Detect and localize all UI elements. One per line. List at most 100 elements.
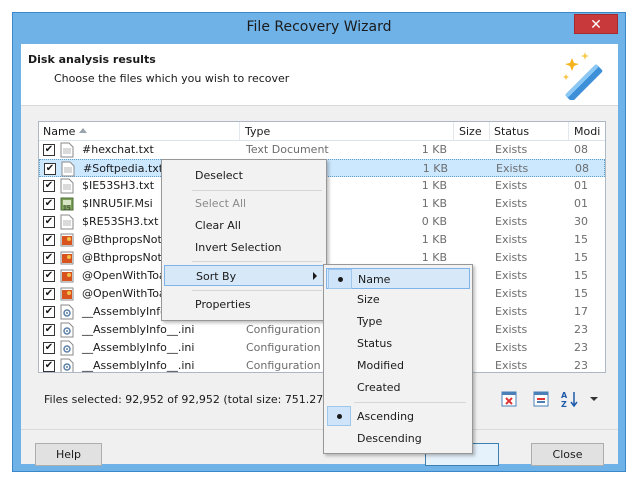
row-checkbox[interactable]: ✔ [43, 198, 55, 210]
file-size-cell: 1 KB [422, 162, 448, 175]
image-file-icon [60, 232, 74, 248]
image-file-icon [60, 286, 74, 302]
file-size-cell: 1 KB [421, 251, 447, 264]
text-file-icon [60, 214, 74, 230]
file-modified-cell: 23 [574, 323, 588, 336]
file-modified-cell: 01 [574, 179, 588, 192]
submenu-item-modified[interactable]: Modified [326, 355, 470, 376]
file-name-cell: $RE53SH3.txt [82, 215, 159, 228]
file-modified-cell: 15 [574, 251, 588, 264]
radio-indicator [328, 269, 352, 289]
menu-item-invert-selection[interactable]: Invert Selection [164, 237, 324, 258]
column-separator[interactable] [453, 122, 454, 141]
menu-item-sort-by[interactable]: Sort By [164, 265, 324, 286]
column-separator[interactable] [489, 122, 490, 141]
file-modified-cell: 17 [574, 305, 588, 318]
row-checkbox[interactable]: ✔ [43, 252, 55, 264]
file-name-cell: __AssemblyInfo__.ini [82, 323, 195, 336]
file-name-cell: $IE53SH3.txt [82, 179, 155, 192]
row-checkbox[interactable]: ✔ [43, 342, 55, 354]
window-close-button[interactable]: ✕ [574, 14, 618, 34]
submenu-item-status[interactable]: Status [326, 333, 470, 354]
file-modified-cell: 01 [574, 197, 588, 210]
menu-item-properties[interactable]: Properties [164, 294, 324, 315]
file-name-cell: #hexchat.txt [82, 143, 154, 156]
file-status-cell: Exists [495, 359, 528, 372]
table-row[interactable]: ✔__AssemblyInfo__.iniConfiguration Se1 K… [39, 357, 605, 372]
column-type-header[interactable]: Type [245, 125, 270, 138]
deselect-all-icon[interactable] [499, 390, 519, 408]
table-row[interactable]: ✔__AssemblyInfo__.iniConfiguration Se1 K… [39, 321, 605, 339]
sort-az-icon[interactable]: A Z [560, 390, 580, 408]
select-all-icon[interactable] [531, 390, 551, 408]
menu-separator [192, 290, 322, 291]
close-button[interactable]: Close [531, 443, 604, 466]
menu-item-select-all[interactable]: Select All [164, 193, 324, 214]
name-label: Name [358, 273, 391, 286]
config-file-icon [60, 358, 74, 372]
file-size-cell: 1 KB [421, 233, 447, 246]
file-modified-cell: 15 [574, 287, 588, 300]
row-checkbox[interactable]: ✔ [43, 324, 55, 336]
file-name-cell: __AssemblyInfo__.ini [82, 359, 195, 372]
sort-ascending-icon [79, 128, 87, 133]
dropdown-arrow-icon[interactable] [584, 390, 604, 408]
file-status-cell: Exists [495, 233, 528, 246]
file-modified-cell: 15 [574, 233, 588, 246]
column-size-header[interactable]: Size [459, 125, 482, 138]
file-name-cell: $INRU5IF.Msi [82, 197, 153, 210]
row-checkbox[interactable]: ✔ [43, 270, 55, 282]
row-checkbox[interactable]: ✔ [43, 180, 55, 192]
file-name-cell: #Softpedia.txt [83, 162, 164, 175]
row-checkbox[interactable]: ✔ [43, 288, 55, 300]
row-checkbox[interactable]: ✔ [43, 144, 55, 156]
file-list-header: Name Type Size Status Modi [39, 122, 605, 141]
row-checkbox[interactable]: ✔ [43, 360, 55, 372]
file-status-cell: Exists [495, 305, 528, 318]
radio-bullet-icon [338, 277, 343, 282]
file-status-cell: Exists [496, 162, 529, 175]
submenu-item-ascending[interactable]: Ascending [326, 406, 470, 427]
menu-separator [192, 190, 322, 191]
header-subtitle: Choose the files which you wish to recov… [54, 72, 290, 85]
row-checkbox[interactable]: ✔ [43, 216, 55, 228]
submenu-item-size[interactable]: Size [326, 289, 470, 310]
menu-separator [192, 261, 322, 262]
column-name-header[interactable]: Name [43, 125, 75, 138]
file-status-cell: Exists [495, 287, 528, 300]
image-file-icon [60, 268, 74, 284]
column-separator[interactable] [568, 122, 569, 141]
column-separator[interactable] [239, 122, 240, 141]
submenu-item-name[interactable]: Name [326, 268, 470, 289]
table-row[interactable]: ✔ #hexchat.txt Text Document 1 KB Exists 08 [39, 141, 605, 159]
row-checkbox[interactable]: ✔ [43, 234, 55, 246]
config-file-icon [60, 322, 74, 338]
file-name-cell: @OpenWithToa [82, 269, 166, 282]
window-title: File Recovery Wizard [246, 19, 392, 35]
submenu-item-created[interactable]: Created [326, 377, 470, 398]
row-checkbox[interactable]: ✔ [43, 306, 55, 318]
column-modified-header[interactable]: Modi [574, 125, 600, 138]
file-name-cell: @BthpropsNotif [82, 233, 169, 246]
file-modified-cell: 08 [575, 162, 589, 175]
context-menu: Deselect Select All Clear All Invert Sel… [161, 159, 327, 321]
table-row[interactable]: ✔__AssemblyInfo__.iniConfiguration Se1 K… [39, 339, 605, 357]
file-status-cell: Exists [495, 143, 528, 156]
file-size-cell: 1 KB [421, 179, 447, 192]
column-status-header[interactable]: Status [494, 125, 529, 138]
magic-wand-icon [563, 52, 603, 100]
header-title: Disk analysis results [28, 53, 156, 66]
menu-item-deselect[interactable]: Deselect [164, 165, 324, 186]
file-modified-cell: 08 [574, 143, 588, 156]
submenu-item-descending[interactable]: Descending [326, 428, 470, 449]
file-modified-cell: 30 [574, 215, 588, 228]
row-checkbox[interactable]: ✔ [44, 163, 56, 175]
help-button[interactable]: Help [35, 443, 102, 466]
menu-item-clear-all[interactable]: Clear All [164, 215, 324, 236]
file-name-cell: @BthpropsNotif [82, 251, 169, 264]
submenu-item-type[interactable]: Type [326, 311, 470, 332]
file-status-cell: Exists [495, 251, 528, 264]
title-bar[interactable]: File Recovery Wizard ✕ [13, 13, 625, 44]
svg-text:15: 15 [63, 205, 71, 212]
file-size-cell: 1 KB [421, 197, 447, 210]
